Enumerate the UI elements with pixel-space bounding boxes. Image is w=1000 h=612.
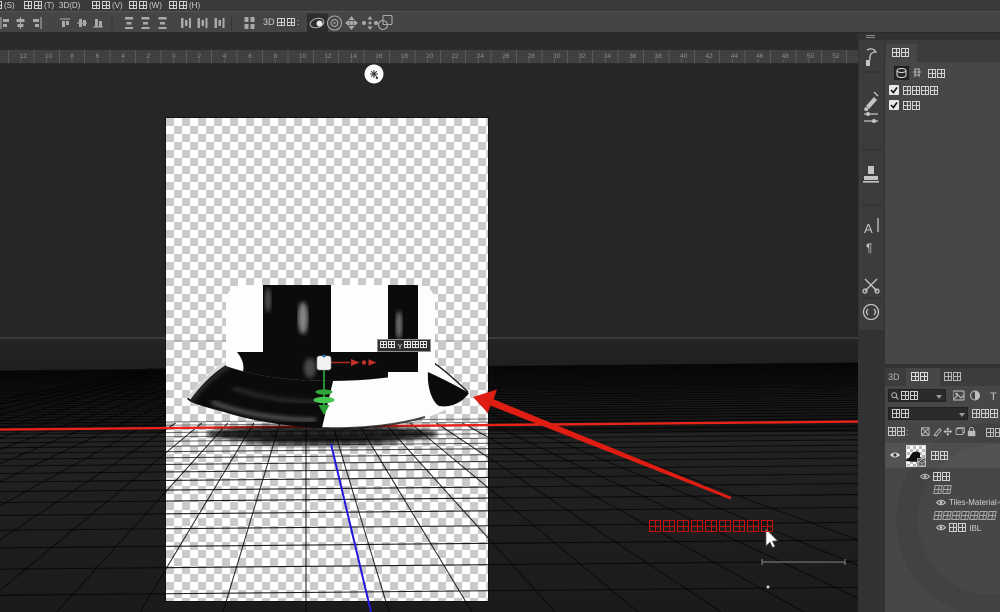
svg-text:T: T <box>990 391 997 401</box>
svg-text:A: A <box>864 221 873 236</box>
svg-text:¶: ¶ <box>866 241 872 255</box>
